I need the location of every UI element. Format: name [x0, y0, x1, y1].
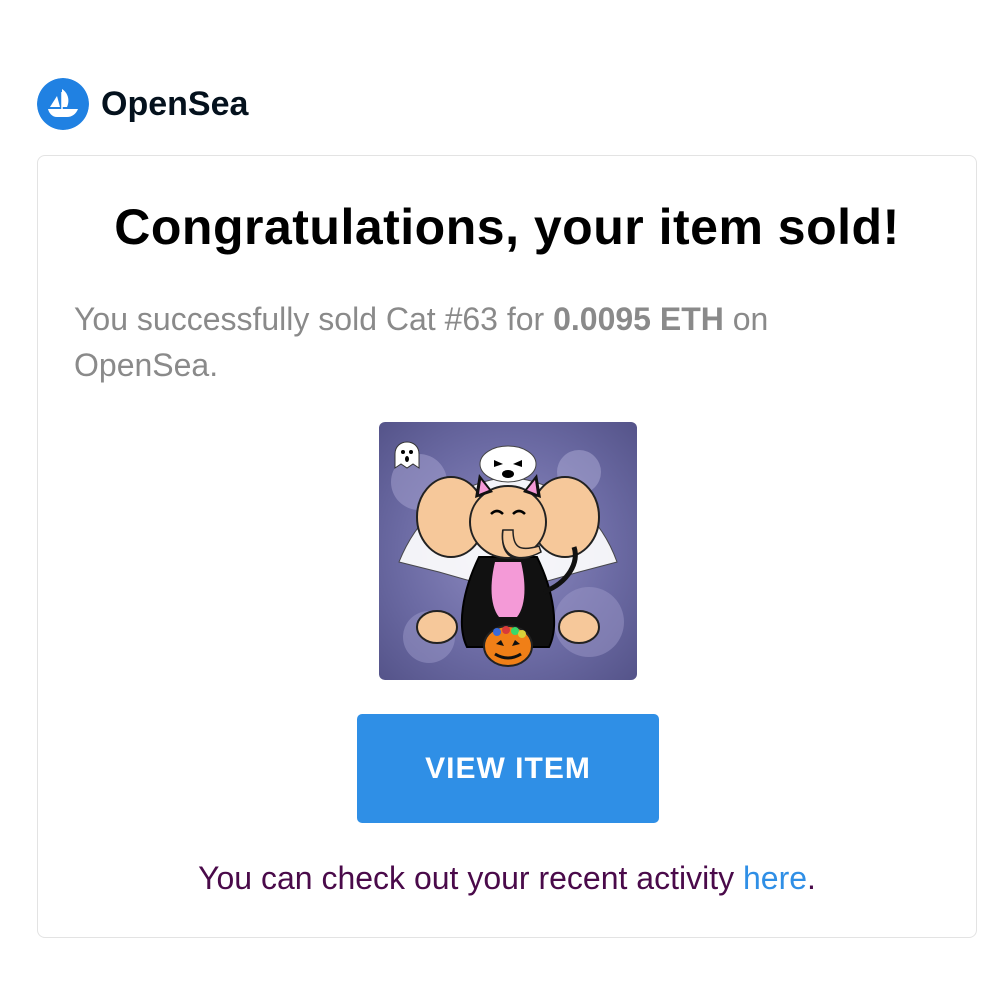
activity-here-link[interactable]: here	[743, 860, 807, 896]
headline: Congratulations, your item sold!	[114, 199, 900, 255]
sale-message: You successfully sold Cat #63 for 0.0095…	[74, 296, 894, 388]
activity-suffix: .	[807, 860, 816, 896]
opensea-logo-icon[interactable]	[37, 78, 89, 130]
activity-prefix: You can check out your recent activity	[198, 860, 743, 896]
message-prefix: You successfully sold Cat #63 for	[74, 301, 554, 337]
header: OpenSea	[37, 78, 248, 130]
notification-card: Congratulations, your item sold! You suc…	[37, 155, 977, 938]
sale-price: 0.0095 ETH	[553, 301, 724, 337]
nft-item-image	[379, 422, 637, 680]
view-item-button[interactable]: VIEW ITEM	[357, 714, 659, 823]
brand-name: OpenSea	[101, 84, 249, 123]
ghost-icon	[394, 441, 420, 469]
activity-note: You can check out your recent activity h…	[38, 860, 976, 897]
